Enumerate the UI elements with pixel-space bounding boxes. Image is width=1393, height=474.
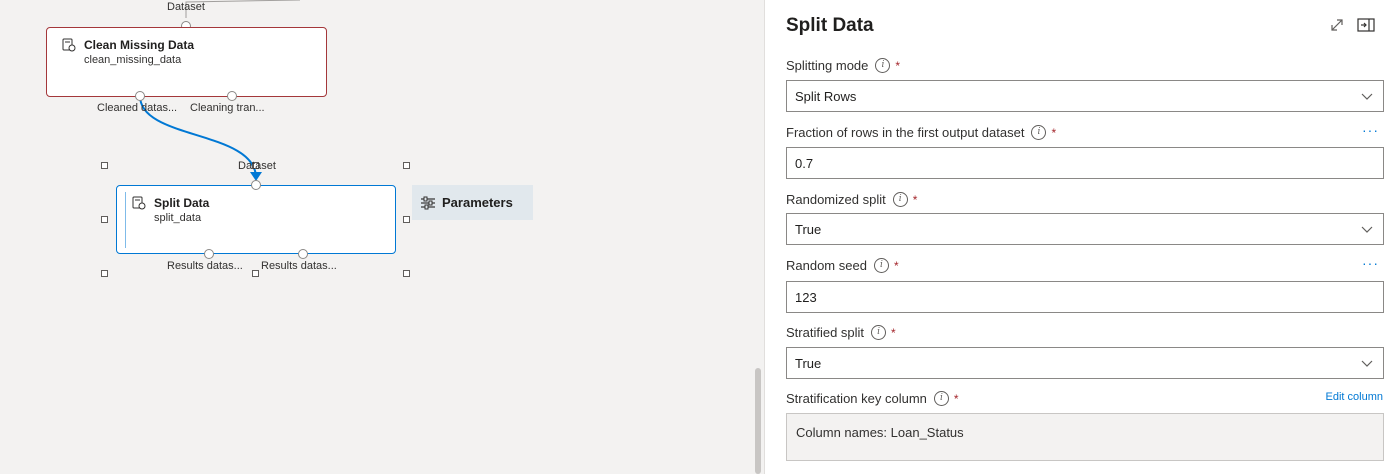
splitting-mode-dropdown[interactable]: Split Rows: [786, 80, 1384, 112]
port-label-cleaned-dataset: Cleaned datas...: [97, 102, 178, 114]
info-icon[interactable]: i: [892, 192, 908, 207]
selection-handle[interactable]: [252, 270, 259, 277]
collapse-panel-icon[interactable]: [1356, 15, 1376, 35]
split-data-module[interactable]: Split Data split_data: [116, 185, 396, 254]
edit-column-link[interactable]: Edit column: [1326, 391, 1383, 403]
required-marker: *: [891, 325, 896, 340]
fraction-label-text: Fraction of rows in the first output dat…: [786, 125, 1025, 140]
selection-handle[interactable]: [101, 270, 108, 277]
panel-title: Split Data: [786, 15, 874, 36]
split-module-input-port[interactable]: [251, 180, 261, 190]
clean-module-output-port-2[interactable]: [227, 91, 237, 101]
splitting-mode-value: Split Rows: [795, 88, 857, 104]
selection-handle[interactable]: [101, 216, 108, 223]
properties-panel: Split Data Splitting mode i * Split Rows…: [764, 0, 1393, 474]
module-selection-bar: [125, 192, 126, 248]
fraction-input[interactable]: 0.7: [786, 147, 1384, 179]
fraction-label: Fraction of rows in the first output dat…: [786, 125, 1056, 140]
info-icon[interactable]: i: [875, 58, 891, 73]
port-label-cleaning-transformation: Cleaning tran...: [190, 102, 265, 114]
split-module-output-port-2[interactable]: [298, 249, 308, 259]
required-marker: *: [1051, 125, 1057, 140]
stratification-key-label: Stratification key column i *: [786, 391, 959, 406]
fraction-value: 0.7: [795, 155, 814, 171]
stratified-split-label-text: Stratified split: [786, 325, 865, 340]
pipeline-canvas[interactable]: Dataset Clean Missing Data clean_missing…: [0, 0, 752, 474]
stratified-split-dropdown[interactable]: True: [786, 347, 1384, 379]
required-marker: *: [895, 58, 901, 73]
randomized-split-label: Randomized split i *: [786, 192, 917, 207]
parameters-tab-label: Parameters: [442, 195, 513, 210]
splitting-mode-label-text: Splitting mode: [786, 58, 869, 73]
required-marker: *: [893, 258, 899, 273]
random-seed-value: 123: [795, 289, 817, 305]
info-icon[interactable]: i: [1031, 125, 1047, 140]
selection-handle[interactable]: [403, 162, 410, 169]
info-icon[interactable]: i: [873, 258, 889, 273]
selection-handle[interactable]: [101, 162, 108, 169]
clean-missing-data-module[interactable]: Clean Missing Data clean_missing_data: [46, 27, 327, 97]
splitting-mode-label: Splitting mode i *: [786, 58, 900, 73]
split-module-subtitle: split_data: [154, 212, 202, 224]
random-seed-input[interactable]: 123: [786, 281, 1384, 313]
stratification-key-value-box: Column names: Loan_Status: [786, 413, 1384, 461]
chevron-down-icon: [1361, 93, 1373, 100]
chevron-down-icon: [1361, 226, 1373, 233]
canvas-scroll-thumb[interactable]: [755, 368, 761, 474]
port-label-dataset-top: Dataset: [167, 1, 205, 13]
parameters-tab[interactable]: Parameters: [412, 185, 533, 220]
stratified-split-value: True: [795, 355, 822, 371]
port-label-dataset-split: Dataset: [238, 160, 276, 172]
stratification-key-label-text: Stratification key column: [786, 391, 927, 406]
random-seed-label: Random seed i *: [786, 258, 899, 273]
chevron-down-icon: [1361, 360, 1373, 367]
more-options-icon[interactable]: ···: [1362, 122, 1379, 138]
dataset-module-icon: [62, 38, 76, 52]
stratification-key-value: Column names: Loan_Status: [796, 425, 964, 440]
clean-module-subtitle: clean_missing_data: [84, 54, 182, 66]
port-label-results-dataset-1: Results datas...: [167, 260, 243, 272]
required-marker: *: [912, 192, 918, 207]
selection-handle[interactable]: [403, 270, 410, 277]
dataset-module-icon: [132, 196, 146, 210]
more-options-icon[interactable]: ···: [1362, 255, 1379, 271]
clean-module-title: Clean Missing Data: [84, 38, 195, 52]
stratified-split-label: Stratified split i *: [786, 325, 896, 340]
expand-icon[interactable]: [1327, 15, 1347, 35]
required-marker: *: [953, 391, 959, 406]
random-seed-label-text: Random seed: [786, 258, 867, 273]
info-icon[interactable]: i: [933, 391, 949, 406]
split-module-output-port-1[interactable]: [204, 249, 214, 259]
split-module-title: Split Data: [154, 196, 210, 210]
clean-module-output-port-1[interactable]: [135, 91, 145, 101]
randomized-split-label-text: Randomized split: [786, 192, 886, 207]
sliders-icon: [421, 196, 435, 209]
info-icon[interactable]: i: [871, 325, 887, 340]
randomized-split-value: True: [795, 221, 822, 237]
randomized-split-dropdown[interactable]: True: [786, 213, 1384, 245]
port-label-results-dataset-2: Results datas...: [261, 260, 337, 272]
selection-handle[interactable]: [403, 216, 410, 223]
